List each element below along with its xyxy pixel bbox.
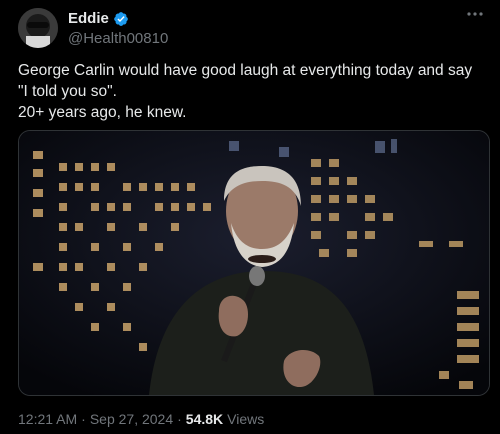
tweet-date[interactable]: Sep 27, 2024	[90, 411, 173, 427]
tweet-text: George Carlin would have good laugh at e…	[18, 62, 473, 121]
tweet-meta: 12:21 AM · Sep 27, 2024 · 54.8K Views	[18, 411, 264, 427]
author-display-name[interactable]: Eddie	[68, 10, 109, 27]
avatar[interactable]	[18, 8, 58, 48]
meta-separator: ·	[177, 411, 182, 427]
views-count: 54.8K	[185, 411, 224, 427]
verified-badge-icon	[114, 11, 128, 26]
author-handle[interactable]: @Health00810	[68, 30, 168, 47]
meta-separator: ·	[81, 411, 86, 427]
tweet-time[interactable]: 12:21 AM	[18, 411, 77, 427]
video-still-image	[19, 131, 489, 395]
more-options-icon[interactable]	[464, 6, 486, 22]
views-label: Views	[227, 411, 265, 427]
tweet-video[interactable]	[18, 130, 490, 396]
avatar-image	[18, 8, 58, 48]
